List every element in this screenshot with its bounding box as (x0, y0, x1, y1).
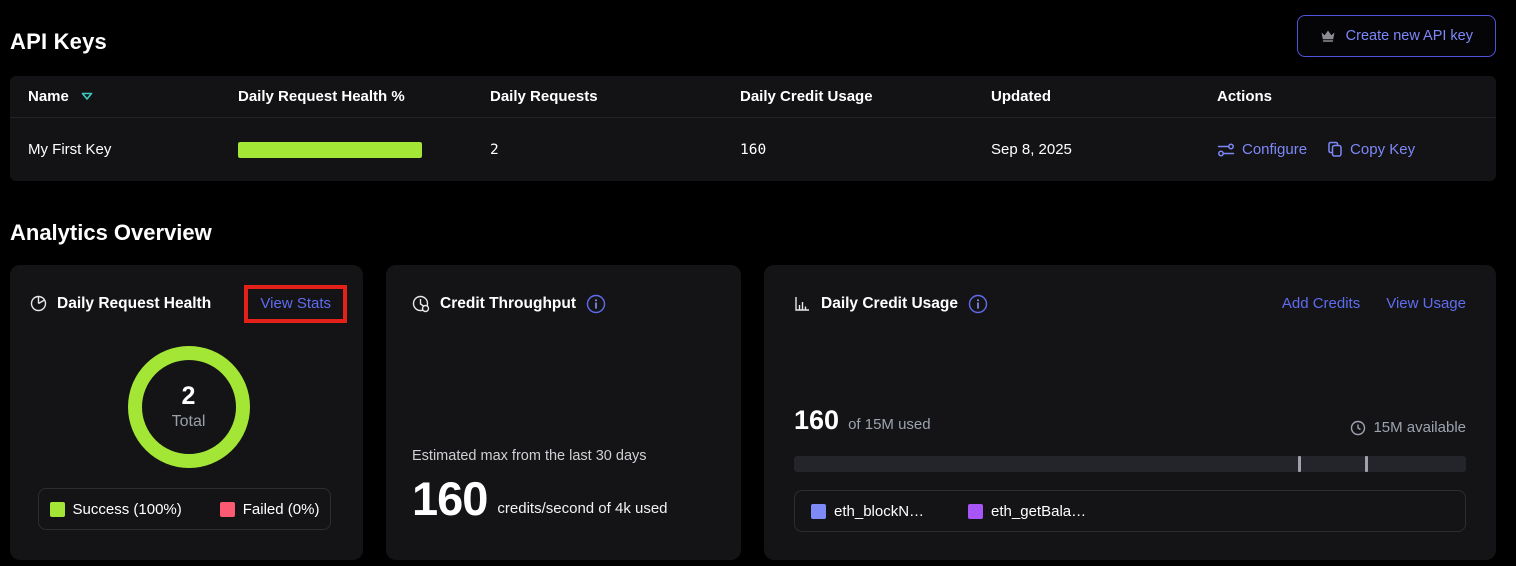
section-title: Analytics Overview (10, 220, 1496, 246)
legend-item-success: Success (100%) (50, 501, 182, 518)
card-health-title: Daily Request Health (57, 295, 211, 313)
throughput-value: 160 (412, 478, 487, 520)
card-throughput-header: Credit Throughput (412, 281, 715, 326)
credits-available-label: 15M available (1373, 419, 1466, 436)
create-api-key-label: Create new API key (1346, 28, 1473, 44)
credits-used-suffix: of 15M used (848, 416, 931, 433)
card-credit-throughput: Credit Throughput Estimated max from the… (386, 265, 741, 560)
card-health-header: Daily Request Health View Stats (30, 281, 347, 326)
card-throughput-title: Credit Throughput (440, 295, 576, 313)
info-icon[interactable] (586, 294, 606, 314)
health-bar (238, 142, 422, 158)
failed-swatch (220, 502, 235, 517)
configure-button[interactable]: Configure (1217, 141, 1307, 158)
info-icon[interactable] (968, 294, 988, 314)
copy-icon (1327, 141, 1343, 158)
usage-summary-row: 160 of 15M used 15M available (794, 405, 1466, 436)
actions-cell: Configure Copy Key (1199, 141, 1496, 158)
card-usage-title: Daily Credit Usage (821, 295, 958, 313)
usage-progress-bar (794, 456, 1466, 472)
donut-total-label: Total (172, 413, 206, 431)
throughput-subtitle: Estimated max from the last 30 days (412, 448, 715, 464)
column-header-name[interactable]: Name (10, 88, 220, 105)
credits-available: 15M available (1350, 419, 1466, 436)
donut-chart: 2 Total (128, 346, 250, 468)
key-name: My First Key (10, 141, 220, 158)
copy-key-button[interactable]: Copy Key (1327, 141, 1415, 158)
table-row: My First Key 2 160 Sep 8, 2025 Conf (10, 118, 1496, 181)
health-bar-fill (238, 142, 422, 158)
card-daily-request-health: Daily Request Health View Stats 2 Total … (10, 265, 363, 560)
health-legend: Success (100%) Failed (0%) (38, 488, 331, 530)
throughput-suffix: credits/second of 4k used (497, 500, 667, 520)
updated-value: Sep 8, 2025 (973, 141, 1199, 158)
add-credits-link[interactable]: Add Credits (1282, 295, 1360, 312)
legend-item-eth-blocknumber: eth_blockN… (811, 503, 924, 520)
column-header-health: Daily Request Health % (220, 88, 472, 105)
column-header-updated: Updated (973, 88, 1199, 105)
legend-item-eth-getbalance: eth_getBala… (968, 503, 1086, 520)
view-stats-link[interactable]: View Stats (260, 295, 331, 312)
sliders-icon (1217, 142, 1235, 158)
sort-chevron-icon[interactable] (81, 92, 93, 101)
throughput-value-row: 160 credits/second of 4k used (412, 478, 715, 520)
crown-icon (1320, 29, 1336, 43)
eth-getbalance-swatch (968, 504, 983, 519)
top-bar: API Keys Create new API key (10, 15, 1496, 57)
health-bar-cell (220, 142, 472, 158)
view-usage-link[interactable]: View Usage (1386, 295, 1466, 312)
donut-chart-zone: 2 Total (30, 326, 347, 488)
column-header-credit-usage: Daily Credit Usage (722, 88, 973, 105)
success-swatch (50, 502, 65, 517)
dashboard: API Keys Create new API key Name D (0, 0, 1516, 566)
card-usage-header: Daily Credit Usage Add Credits View Usag… (794, 281, 1466, 326)
eth-blocknumber-swatch (811, 504, 826, 519)
legend-item-failed: Failed (0%) (220, 501, 320, 518)
progress-tick-2 (1365, 456, 1368, 472)
bar-chart-icon (794, 295, 811, 312)
create-api-key-button[interactable]: Create new API key (1297, 15, 1496, 57)
clock-icon (1350, 420, 1366, 436)
card-daily-credit-usage: Daily Credit Usage Add Credits View Usag… (764, 265, 1496, 560)
pie-chart-icon (30, 295, 47, 312)
analytics-cards: Daily Request Health View Stats 2 Total … (10, 265, 1496, 560)
page-title: API Keys (10, 29, 107, 57)
progress-tick-1 (1298, 456, 1301, 472)
daily-requests-value: 2 (472, 142, 722, 158)
gauge-icon (412, 295, 430, 313)
donut-total-value: 2 (182, 383, 196, 411)
column-header-actions: Actions (1199, 88, 1496, 105)
column-header-requests: Daily Requests (472, 88, 722, 105)
usage-legend: eth_blockN… eth_getBala… (794, 490, 1466, 532)
table-header-row: Name Daily Request Health % Daily Reques… (10, 76, 1496, 118)
annotation-highlight: View Stats (244, 285, 347, 323)
api-keys-table: Name Daily Request Health % Daily Reques… (10, 76, 1496, 181)
daily-credit-usage-value: 160 (722, 142, 973, 158)
credits-used-value: 160 (794, 405, 839, 436)
